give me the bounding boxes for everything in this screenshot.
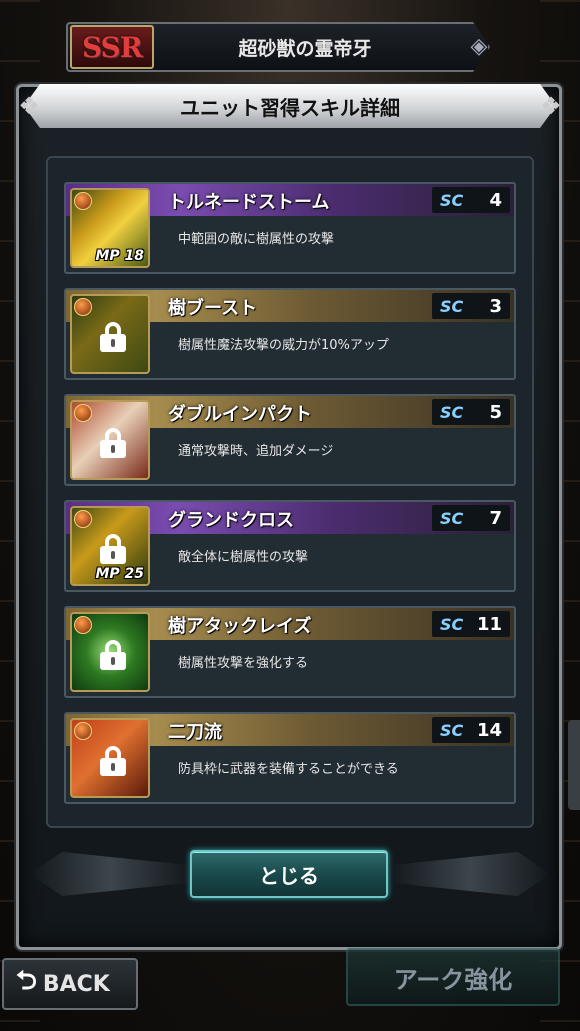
skill-icon xyxy=(70,400,150,480)
skill-cost-box: SC 11 xyxy=(432,611,510,637)
skill-icon: MP 25 xyxy=(70,506,150,586)
back-arrow-icon: ⮌ xyxy=(16,966,37,996)
lock-icon xyxy=(100,746,126,776)
skill-name: 二刀流 xyxy=(168,722,222,743)
sc-value: 7 xyxy=(489,507,502,529)
lock-icon xyxy=(100,534,126,564)
header-ornament-left-icon: ❖ xyxy=(18,92,40,120)
mp-cost: MP 18 xyxy=(95,248,144,264)
lock-icon xyxy=(100,640,126,670)
skill-row[interactable]: ダブルインパクト SC 5 通常攻撃時、追加ダメージ xyxy=(64,394,516,486)
back-label: BACK xyxy=(42,971,110,997)
skill-name: ダブルインパクト xyxy=(168,404,312,425)
skill-cost-box: SC 5 xyxy=(432,399,510,425)
element-orb-icon xyxy=(74,298,92,316)
skill-name: グランドクロス xyxy=(168,510,294,531)
sc-value: 11 xyxy=(476,613,502,635)
skill-row[interactable]: 二刀流 SC 14 防具枠に武器を装備することができる xyxy=(64,712,516,804)
element-orb-icon xyxy=(74,510,92,528)
skill-description: 樹属性攻撃を強化する xyxy=(178,656,309,671)
back-button[interactable]: ⮌ BACK xyxy=(2,958,138,1010)
skill-cost-box: SC 14 xyxy=(432,717,510,743)
lock-icon xyxy=(100,322,126,352)
element-orb-icon xyxy=(74,192,92,210)
skill-icon xyxy=(70,294,150,374)
skill-name: 樹アタックレイズ xyxy=(168,616,312,637)
skill-cost-box: SC 3 xyxy=(432,293,510,319)
skill-row[interactable]: 樹アタックレイズ SC 11 樹属性攻撃を強化する xyxy=(64,606,516,698)
header-ornament-right-icon: ❖ xyxy=(540,92,562,120)
ark-label: アーク強化 xyxy=(393,965,513,994)
lock-icon xyxy=(100,428,126,458)
skill-row[interactable]: MP 25 グランドクロス SC 7 敵全体に樹属性の攻撃 xyxy=(64,500,516,592)
close-button[interactable]: とじる xyxy=(190,850,388,898)
skill-icon: MP 18 xyxy=(70,188,150,268)
sc-label: SC xyxy=(440,402,464,422)
skill-row[interactable]: MP 18 トルネードストーム SC 4 中範囲の敵に樹属性の攻撃 xyxy=(64,182,516,274)
skill-cost-box: SC 7 xyxy=(432,505,510,531)
sc-value: 3 xyxy=(489,295,502,317)
sc-value: 4 xyxy=(489,189,502,211)
element-orb-icon xyxy=(74,722,92,740)
dialog-header: ユニット習得スキル詳細 xyxy=(24,84,556,128)
sc-label: SC xyxy=(440,296,464,316)
sc-value: 5 xyxy=(489,401,502,423)
diamond-ornament-icon: ◈ xyxy=(470,34,488,59)
element-orb-icon xyxy=(74,404,92,422)
element-orb-icon xyxy=(74,616,92,634)
skill-description: 中範囲の敵に樹属性の攻撃 xyxy=(178,232,335,247)
skill-icon xyxy=(70,612,150,692)
skill-description: 樹属性魔法攻撃の威力が10%アップ xyxy=(178,338,389,353)
ark-upgrade-button[interactable]: アーク強化 xyxy=(346,948,560,1006)
sc-label: SC xyxy=(440,508,464,528)
skill-description: 防具枠に武器を装備することができる xyxy=(178,762,399,777)
sc-label: SC xyxy=(440,614,464,634)
skill-name: 樹ブースト xyxy=(168,298,258,319)
sc-label: SC xyxy=(440,720,464,740)
skill-name: トルネードストーム xyxy=(168,192,330,213)
sc-label: SC xyxy=(440,190,464,210)
skill-icon xyxy=(70,718,150,798)
skill-row[interactable]: 樹ブースト SC 3 樹属性魔法攻撃の威力が10%アップ xyxy=(64,288,516,380)
rarity-badge: SSR xyxy=(70,25,154,69)
sc-value: 14 xyxy=(476,719,502,741)
skill-description: 通常攻撃時、追加ダメージ xyxy=(178,444,334,459)
skill-description: 敵全体に樹属性の攻撃 xyxy=(178,550,309,565)
unit-name: 超砂獣の霊帝牙 xyxy=(238,37,372,60)
side-scroll-handle[interactable] xyxy=(568,720,580,810)
mp-cost: MP 25 xyxy=(95,566,144,582)
dialog-title: ユニット習得スキル詳細 xyxy=(180,95,400,120)
skill-cost-box: SC 4 xyxy=(432,187,510,213)
